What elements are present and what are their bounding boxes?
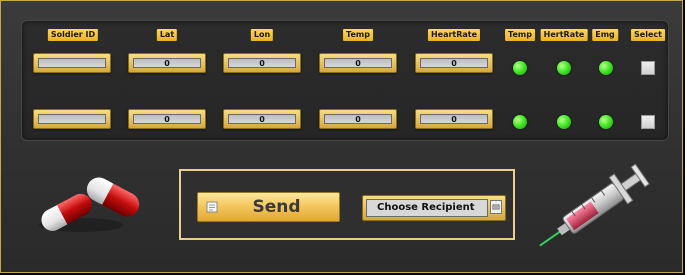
heart-rate-status-indicator bbox=[557, 115, 571, 129]
header-emg-status: Emg bbox=[592, 29, 618, 41]
select-checkbox[interactable] bbox=[641, 115, 655, 129]
lon-value: 0 bbox=[228, 114, 296, 124]
heart-rate-field[interactable]: 0 bbox=[415, 109, 493, 129]
emg-status-indicator bbox=[599, 61, 613, 75]
lon-value: 0 bbox=[228, 58, 296, 68]
soldier-id-field[interactable] bbox=[33, 53, 111, 73]
syringe-icon bbox=[539, 163, 650, 247]
header-lon: Lon bbox=[250, 29, 274, 41]
lat-field[interactable]: 0 bbox=[128, 109, 206, 129]
header-select: Select bbox=[631, 29, 665, 41]
pills-icon bbox=[39, 177, 140, 232]
recipient-dropdown[interactable]: Choose Recipient bbox=[362, 195, 506, 221]
app-window: Soldier ID Lat Lon Temp HeartRate Temp H… bbox=[0, 0, 683, 273]
header-soldier-id: Soldier ID bbox=[47, 29, 99, 41]
dropdown-arrow-icon[interactable] bbox=[490, 200, 502, 214]
header-heart-rate-status: HertRate bbox=[540, 29, 588, 41]
send-button-label: Send bbox=[252, 197, 301, 217]
soldier-id-value bbox=[38, 58, 106, 68]
temp-field[interactable]: 0 bbox=[319, 109, 397, 129]
temp-value: 0 bbox=[324, 114, 392, 124]
emg-status-indicator bbox=[599, 115, 613, 129]
recipient-selected-value: Choose Recipient bbox=[366, 199, 488, 217]
soldier-id-field[interactable] bbox=[33, 109, 111, 129]
temp-status-indicator bbox=[513, 115, 527, 129]
heart-rate-field[interactable]: 0 bbox=[415, 53, 493, 73]
lat-value: 0 bbox=[133, 58, 201, 68]
heart-rate-status-indicator bbox=[557, 61, 571, 75]
header-temp: Temp bbox=[343, 29, 373, 41]
temp-status-indicator bbox=[513, 61, 527, 75]
header-heart-rate: HeartRate bbox=[427, 29, 481, 41]
select-checkbox[interactable] bbox=[641, 61, 655, 75]
lon-field[interactable]: 0 bbox=[223, 53, 301, 73]
header-lat: Lat bbox=[156, 29, 178, 41]
header-temp-status: Temp bbox=[505, 29, 535, 41]
lat-field[interactable]: 0 bbox=[128, 53, 206, 73]
soldier-id-value bbox=[38, 114, 106, 124]
temp-field[interactable]: 0 bbox=[319, 53, 397, 73]
lat-value: 0 bbox=[133, 114, 201, 124]
temp-value: 0 bbox=[324, 58, 392, 68]
heart-rate-value: 0 bbox=[420, 114, 488, 124]
lon-field[interactable]: 0 bbox=[223, 109, 301, 129]
send-button[interactable]: Send bbox=[197, 192, 340, 222]
heart-rate-value: 0 bbox=[420, 58, 488, 68]
